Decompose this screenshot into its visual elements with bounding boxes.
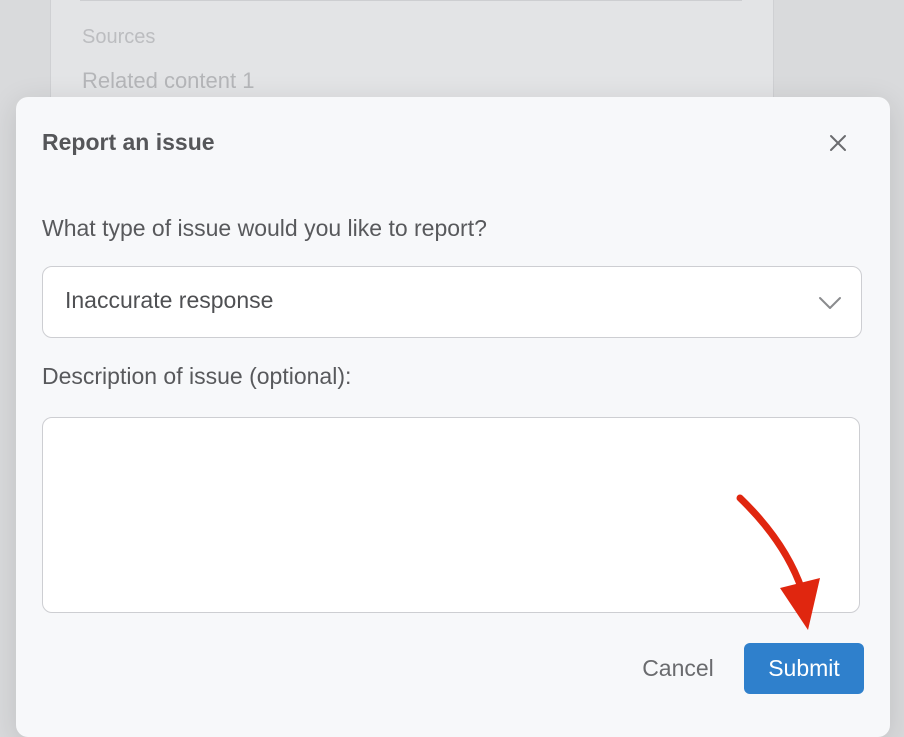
cancel-button[interactable]: Cancel	[628, 642, 728, 694]
close-icon	[830, 135, 846, 151]
report-issue-dialog: Report an issue What type of issue would…	[16, 97, 890, 737]
issue-type-label: What type of issue would you like to rep…	[42, 215, 487, 241]
dialog-title: Report an issue	[42, 129, 215, 155]
description-textarea[interactable]	[42, 417, 860, 613]
issue-type-select[interactable]: Inaccurate response	[42, 266, 862, 338]
background-divider	[80, 0, 742, 1]
issue-type-selected-value: Inaccurate response	[65, 287, 274, 313]
background-related-item: Related content 1	[82, 68, 255, 93]
chevron-down-icon	[819, 297, 841, 309]
submit-button[interactable]: Submit	[744, 643, 864, 694]
close-button[interactable]	[822, 127, 854, 159]
background-sources-label: Sources	[82, 26, 156, 48]
description-label: Description of issue (optional):	[42, 363, 352, 389]
